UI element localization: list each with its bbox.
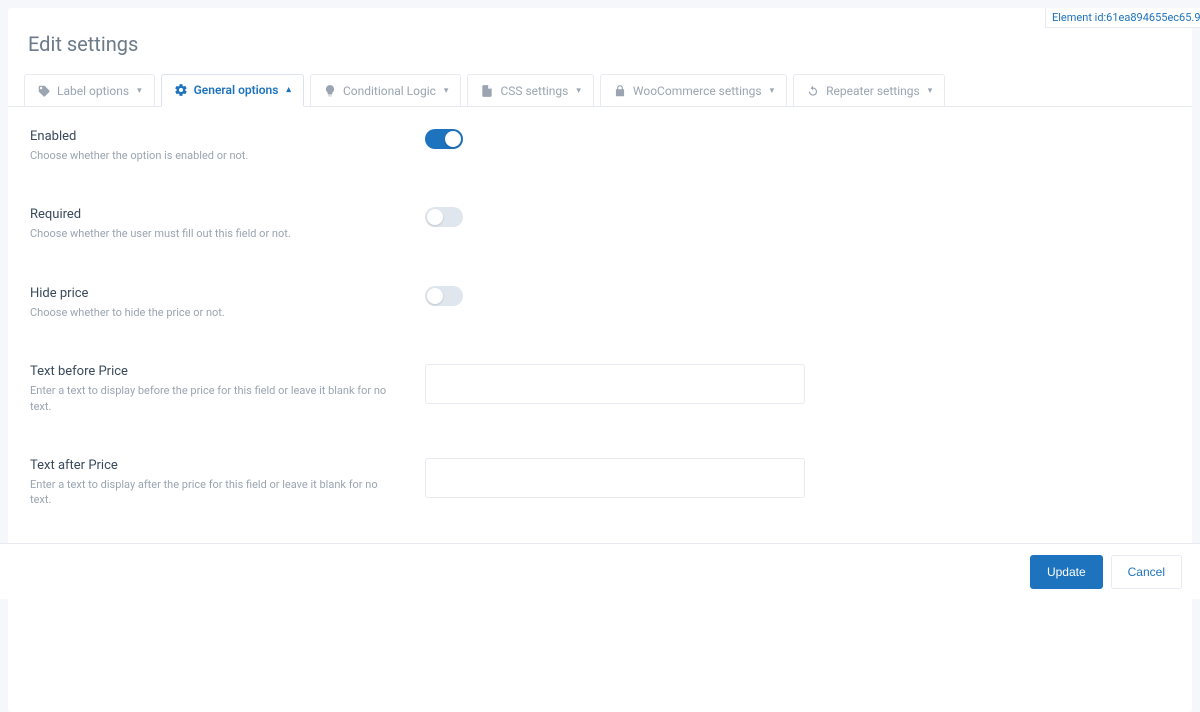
field-title: Text before Price (30, 364, 395, 379)
tab-label-options[interactable]: Label options ▾ (24, 74, 155, 106)
update-button[interactable]: Update (1030, 555, 1103, 589)
lightbulb-icon (323, 84, 337, 98)
chevron-down-icon: ▾ (770, 86, 775, 96)
tab-label: WooCommerce settings (633, 84, 762, 98)
settings-content: Enabled Choose whether the option is ena… (8, 107, 1192, 712)
tab-conditional-logic[interactable]: Conditional Logic ▾ (310, 74, 461, 106)
tab-label: Repeater settings (826, 84, 920, 98)
hide-price-toggle[interactable] (425, 286, 463, 306)
tab-general-options[interactable]: General options ▴ (161, 74, 304, 107)
field-text-before-price: Text before Price Enter a text to displa… (30, 364, 1170, 414)
debug-element-id-badge: Element id:61ea894655ec65.93531669 (1045, 8, 1200, 28)
tab-label: General options (194, 83, 279, 97)
tabs-bar: Label options ▾ General options ▴ Condit… (8, 74, 1192, 107)
field-description: Enter a text to display before the price… (30, 383, 395, 414)
field-description: Enter a text to display after the price … (30, 477, 395, 508)
field-title: Required (30, 207, 395, 222)
repeat-icon (806, 84, 820, 98)
chevron-down-icon: ▾ (137, 86, 142, 96)
lock-icon (613, 84, 627, 98)
settings-panel: Edit settings Label options ▾ General op… (8, 8, 1192, 712)
tab-label: Label options (57, 84, 129, 98)
required-toggle[interactable] (425, 207, 463, 227)
field-title: Enabled (30, 129, 395, 144)
tab-label: Conditional Logic (343, 84, 436, 98)
text-before-price-input[interactable] (425, 364, 805, 404)
field-title: Text after Price (30, 458, 395, 473)
field-description: Choose whether the option is enabled or … (30, 148, 395, 163)
tag-icon (37, 84, 51, 98)
tab-css-settings[interactable]: CSS settings ▾ (467, 74, 593, 106)
chevron-up-icon: ▴ (286, 85, 291, 95)
field-enabled: Enabled Choose whether the option is ena… (30, 129, 1170, 163)
field-hide-price: Hide price Choose whether to hide the pr… (30, 286, 1170, 320)
gear-icon (174, 83, 188, 97)
chevron-down-icon: ▾ (576, 86, 581, 96)
field-description: Choose whether to hide the price or not. (30, 305, 395, 320)
page-title: Edit settings (8, 8, 1192, 74)
field-text-after-price: Text after Price Enter a text to display… (30, 458, 1170, 508)
enabled-toggle[interactable] (425, 129, 463, 149)
field-description: Choose whether the user must fill out th… (30, 226, 395, 241)
field-title: Hide price (30, 286, 395, 301)
chevron-down-icon: ▾ (928, 86, 933, 96)
cancel-button[interactable]: Cancel (1111, 555, 1182, 589)
tab-label: CSS settings (500, 84, 568, 98)
field-required: Required Choose whether the user must fi… (30, 207, 1170, 241)
chevron-down-icon: ▾ (444, 86, 449, 96)
text-after-price-input[interactable] (425, 458, 805, 498)
tab-woocommerce-settings[interactable]: WooCommerce settings ▾ (600, 74, 787, 106)
file-icon (480, 84, 494, 98)
tab-repeater-settings[interactable]: Repeater settings ▾ (793, 74, 945, 106)
